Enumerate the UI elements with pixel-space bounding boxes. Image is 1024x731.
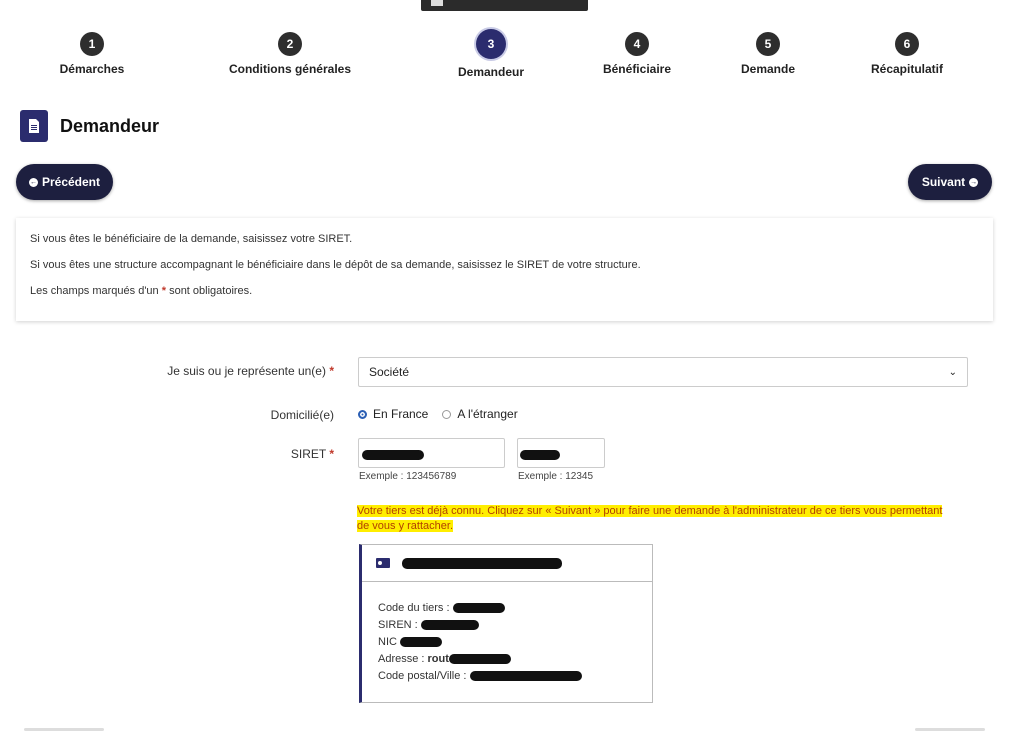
siret-label: SIRET * [290,447,334,461]
step-number: 6 [895,32,919,56]
arrow-right-circle-icon: → [969,177,979,187]
info-box: Si vous êtes le bénéficiaire de la deman… [16,218,993,321]
step-label: Bénéficiaire [602,62,672,76]
info-line-2: Si vous êtes une structure accompagnant … [30,259,641,271]
top-tooltip [421,0,588,11]
step-6[interactable]: 6 Récapitulatif [837,32,977,76]
page-header: Demandeur [20,110,159,142]
step-5[interactable]: 5 Demande [698,32,838,76]
radio-france[interactable] [358,409,367,419]
step-2[interactable]: 2 Conditions générales [220,32,360,76]
step-label: Demande [740,62,796,76]
tiers-card-header [362,545,652,582]
represent-select[interactable]: Société ⌄ [358,357,968,387]
domicile-label: Domicilié(e) [270,408,334,422]
represent-label: Je suis ou je représente un(e) * [167,364,334,378]
step-1[interactable]: 1 Démarches [22,32,162,76]
redacted-tiers-name [402,558,562,569]
step-label: Démarches [59,62,125,76]
chevron-down-icon: ⌄ [948,366,957,378]
step-label: Conditions générales [228,62,352,76]
info-line-3: Les champs marqués d'un * sont obligatoi… [30,285,253,297]
step-3[interactable]: 3 Demandeur [421,29,561,79]
step-label: Demandeur [457,65,525,79]
siret-hint: Exemple : 123456789 [359,471,457,482]
step-4[interactable]: 4 Bénéficiaire [567,32,707,76]
tiers-postal: Code postal/Ville : [378,668,652,685]
step-number: 5 [756,32,780,56]
domicile-radio-group: En France A l'étranger [358,407,518,421]
arrow-left-circle-icon: ← [28,177,38,187]
step-number: 3 [476,29,506,59]
redacted-value [362,450,424,460]
represent-select-value: Société [369,365,410,379]
nic-hint: Exemple : 12345 [518,471,594,482]
tiers-address: Adresse : rout [378,651,652,668]
next-button[interactable]: Suivant → [908,164,992,200]
radio-etranger-label[interactable]: A l'étranger [457,407,517,421]
tiers-siren: SIREN : [378,617,652,634]
siren-input[interactable] [358,438,505,468]
tiers-code: Code du tiers : [378,600,652,617]
previous-button[interactable]: ← Précédent [16,164,113,200]
radio-etranger[interactable] [442,409,452,419]
known-tiers-warning: Votre tiers est déjà connu. Cliquez sur … [357,505,943,532]
step-label: Récapitulatif [870,62,943,76]
step-number: 2 [278,32,302,56]
next-button-label: Suivant [921,175,966,189]
nic-input[interactable] [517,438,605,468]
step-number: 4 [625,32,649,56]
redacted-value [520,450,560,460]
tiers-nic: NIC [378,634,652,651]
info-line-1: Si vous êtes le bénéficiaire de la deman… [30,233,353,245]
document-icon [20,110,48,142]
tiers-card: Code du tiers : SIREN : NIC Adresse : ro… [359,544,653,703]
step-number: 1 [80,32,104,56]
radio-france-label[interactable]: En France [373,407,428,421]
page-title: Demandeur [60,115,160,136]
previous-button-label: Précédent [41,175,101,189]
id-card-icon [376,558,390,568]
